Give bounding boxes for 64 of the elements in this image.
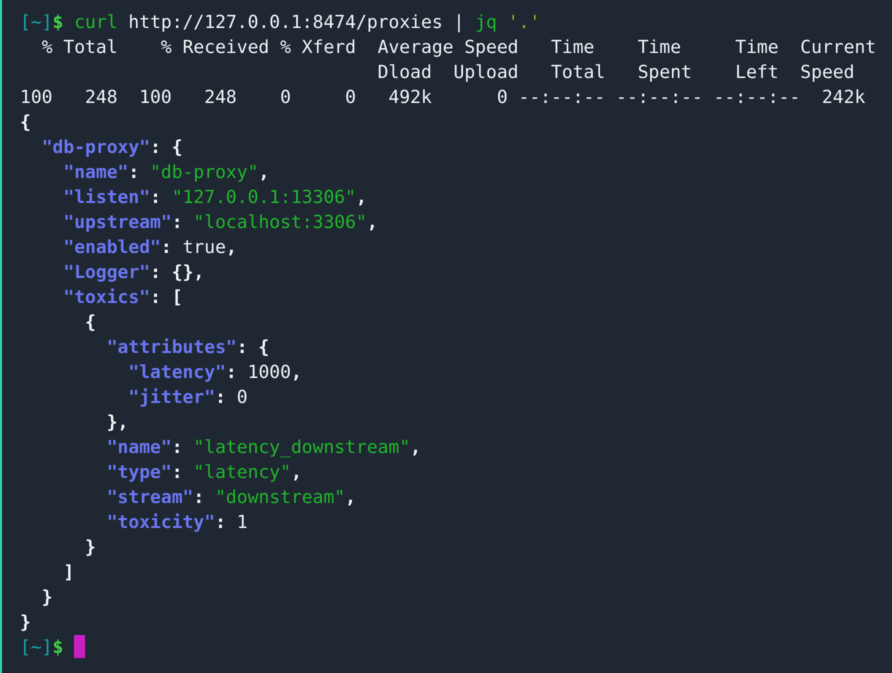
json-string: "downstream" <box>215 487 346 508</box>
json-key: "name" <box>106 437 172 458</box>
json-string: "127.0.0.1:13306" <box>172 187 356 208</box>
json-key: "upstream" <box>63 212 172 233</box>
json-key: "toxicity" <box>106 512 216 533</box>
json-punctuation: ] <box>63 562 74 583</box>
json-value: true <box>182 237 226 258</box>
prompt-symbol: $ <box>52 12 64 33</box>
json-punctuation: , <box>356 187 367 208</box>
json-punctuation: { <box>85 312 96 333</box>
json-punctuation: : <box>215 512 226 533</box>
command-text: http://127.0.0.1:8474/proxies | <box>128 12 464 33</box>
json-punctuation: }, <box>106 412 128 433</box>
json-punctuation: , <box>226 237 237 258</box>
json-punctuation: : <box>160 237 172 258</box>
json-punctuation: } <box>20 612 31 633</box>
json-string: "latency" <box>193 462 291 483</box>
json-punctuation: : <box>193 487 204 508</box>
prompt-symbol: $ <box>52 637 64 658</box>
json-key: "Logger" <box>63 262 150 283</box>
json-string: "db-proxy" <box>150 162 258 183</box>
progress-line: 100 248 100 248 0 0 492k 0 --:--:-- --:--:-- --:--:-- 242k <box>20 87 866 108</box>
json-punctuation: : [ <box>150 287 183 308</box>
json-punctuation: , <box>290 462 302 483</box>
json-punctuation: : <box>150 187 161 208</box>
json-punctuation: , <box>410 437 422 458</box>
command-name: jq <box>475 12 497 33</box>
json-punctuation: : <box>172 212 183 233</box>
json-punctuation: , <box>366 212 378 233</box>
json-punctuation: : <box>226 362 237 383</box>
json-string: "localhost:3306" <box>193 212 367 233</box>
json-punctuation: } <box>42 587 53 608</box>
json-key: "stream" <box>106 487 194 508</box>
json-punctuation: : <box>172 462 183 483</box>
json-key: "attributes" <box>106 337 237 358</box>
json-punctuation: : <box>172 437 183 458</box>
json-key: "db-proxy" <box>42 137 150 158</box>
json-punctuation: , <box>258 162 270 183</box>
json-key: "toxics" <box>63 287 150 308</box>
json-value: 1000 <box>248 362 291 383</box>
json-key: "listen" <box>63 187 150 208</box>
json-punctuation: : {}, <box>150 262 204 283</box>
prompt-path: [~] <box>20 637 53 658</box>
json-punctuation: : <box>215 387 226 408</box>
json-key: "latency" <box>128 362 226 383</box>
json-punctuation: { <box>20 112 31 133</box>
json-string: "latency_downstream" <box>193 437 410 458</box>
json-value: 0 <box>236 387 248 408</box>
prompt-path: [~] <box>20 12 53 33</box>
command-argument: '.' <box>508 12 540 33</box>
json-punctuation: : { <box>236 337 270 358</box>
json-punctuation: } <box>85 537 96 558</box>
command-name: curl <box>74 12 118 33</box>
json-key: "jitter" <box>128 387 216 408</box>
json-key: "type" <box>106 462 172 483</box>
progress-line: % Total % Received % Xferd Average Speed Time Time Time Current <box>42 37 876 58</box>
json-key: "enabled" <box>63 237 161 258</box>
json-value: 1 <box>236 512 248 533</box>
json-punctuation: : { <box>150 137 183 158</box>
progress-line: Dload Upload Total Spent Left Speed <box>378 62 854 83</box>
json-key: "name" <box>63 162 128 183</box>
json-punctuation: : <box>128 162 140 183</box>
json-punctuation: , <box>345 487 356 508</box>
json-punctuation: , <box>290 362 302 383</box>
